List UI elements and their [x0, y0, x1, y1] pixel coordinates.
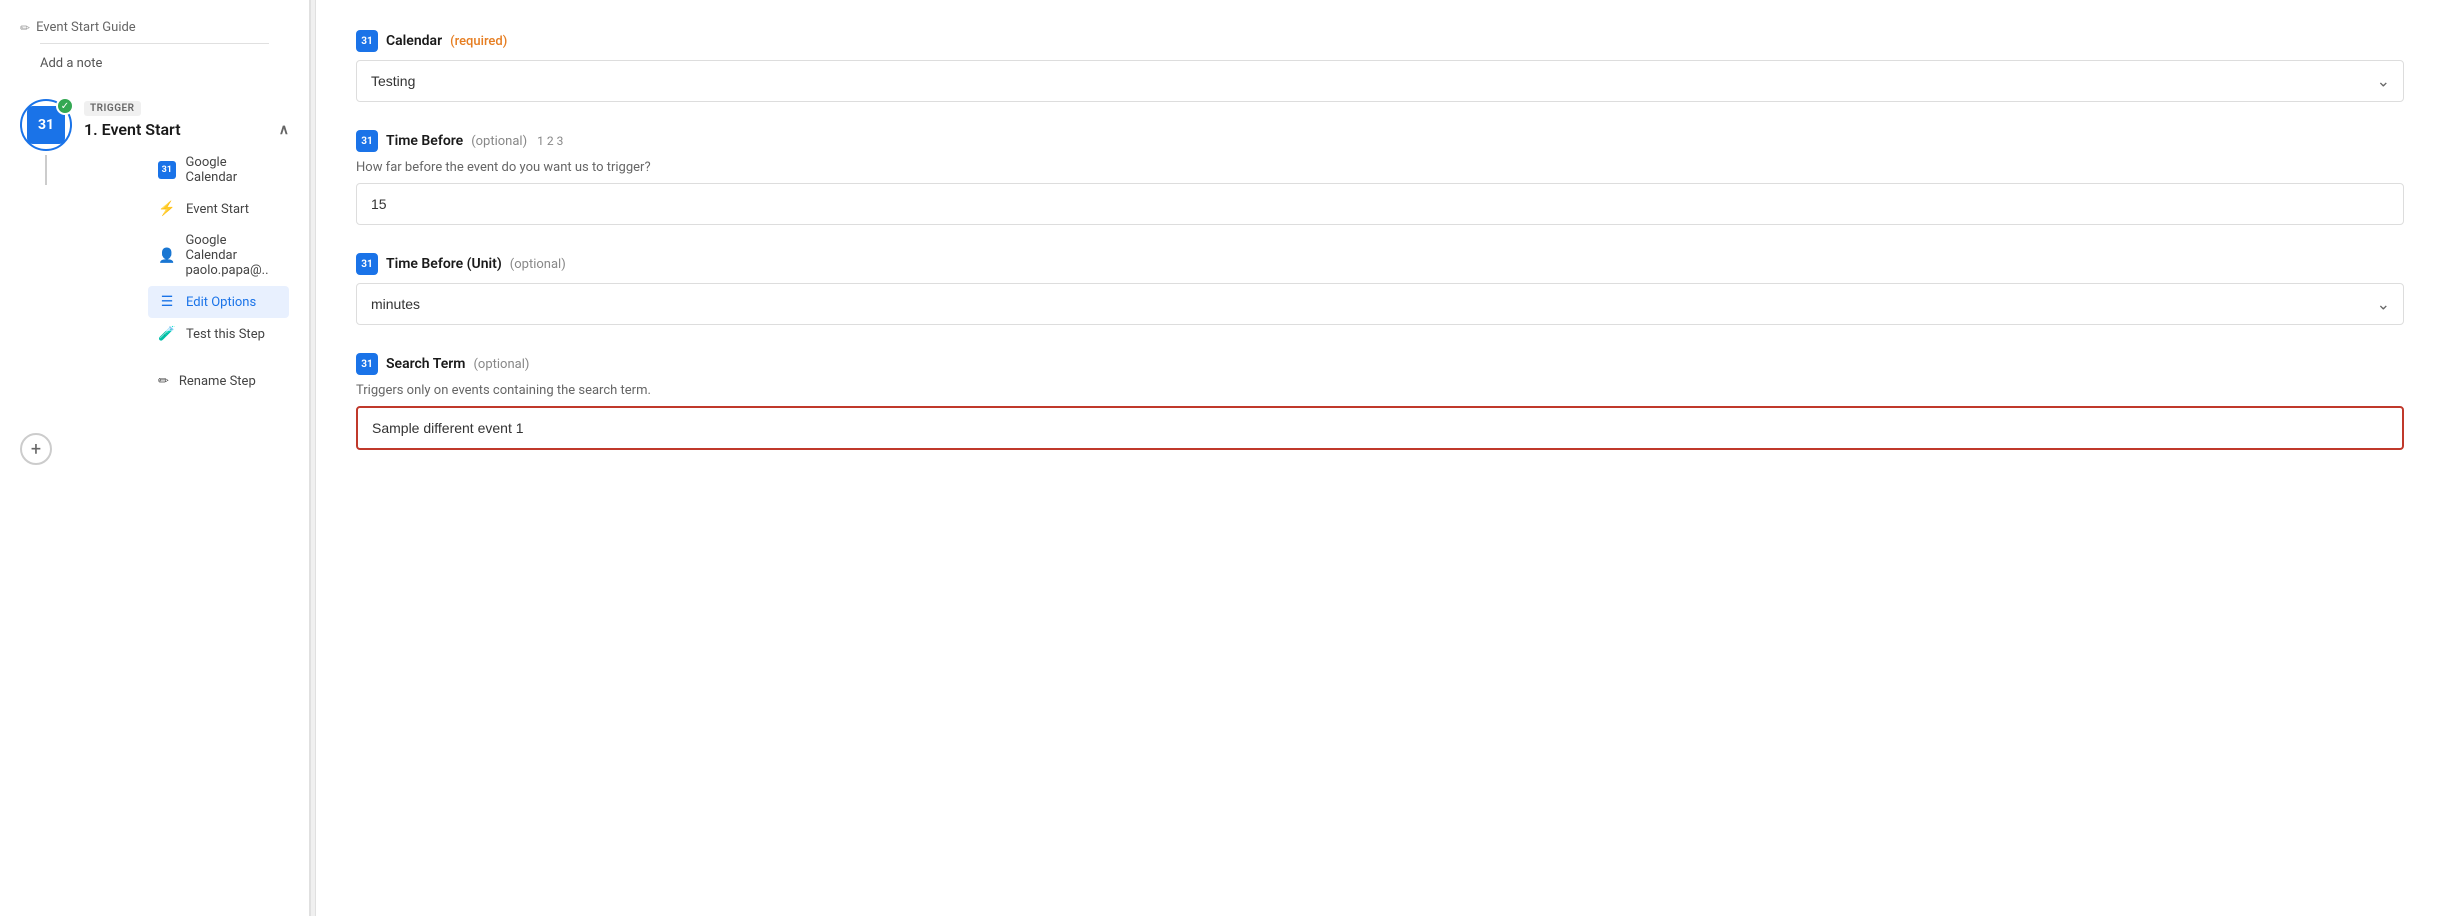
time-before-unit-select[interactable]: minutes hours days: [356, 283, 2404, 325]
rename-pencil-icon: ✏: [158, 374, 169, 389]
list-icon: ☰: [158, 294, 176, 310]
trigger-section: 31 ✓ TRIGGER 1. Event Start ∧: [0, 99, 309, 417]
search-term-optional-tag: (optional): [473, 357, 529, 372]
time-before-number-tags: 1 2 3: [537, 134, 563, 148]
sidebar-title-text: Event Start Guide: [36, 20, 136, 35]
field-group-search-term: 31 Search Term (optional) Triggers only …: [356, 353, 2404, 450]
sidebar-item-edit-options[interactable]: ☰ Edit Options: [148, 286, 289, 318]
time-before-label-text: Time Before: [386, 133, 463, 149]
search-term-description: Triggers only on events containing the s…: [356, 383, 2404, 398]
sidebar-item-label-edit-options: Edit Options: [186, 295, 256, 310]
trigger-badge: TRIGGER: [84, 101, 141, 116]
time-before-unit-optional-tag: (optional): [510, 257, 566, 272]
time-before-unit-label-text: Time Before (Unit): [386, 256, 502, 272]
field-group-time-before-unit: 31 Time Before (Unit) (optional) minutes…: [356, 253, 2404, 325]
sidebar-item-event-start[interactable]: ⚡ Event Start: [148, 193, 289, 225]
calendar-select-wrapper: Testing ⌄: [356, 60, 2404, 102]
check-badge: ✓: [56, 97, 74, 115]
step-info: TRIGGER 1. Event Start ∧ 31 Google Calen…: [84, 99, 289, 417]
sidebar-item-test-step[interactable]: 🧪 Test this Step: [148, 318, 289, 350]
time-before-optional-tag: (optional): [471, 134, 527, 149]
field-label-time-before-unit: 31 Time Before (Unit) (optional): [356, 253, 2404, 275]
sidebar-item-label-test-step: Test this Step: [186, 327, 265, 342]
field-group-calendar: 31 Calendar (required) Testing ⌄: [356, 30, 2404, 102]
rename-step-label: Rename Step: [179, 374, 256, 389]
trigger-row: 31 ✓ TRIGGER 1. Event Start ∧: [20, 99, 289, 417]
field-label-time-before: 31 Time Before (optional) 1 2 3: [356, 130, 2404, 152]
time-before-badge-icon: 31: [356, 130, 378, 152]
sidebar-header: ✏ Event Start Guide Add a note: [0, 20, 309, 99]
title-divider: [40, 43, 269, 44]
sidebar-item-label-account: Google Calendar paolo.papa@..: [185, 233, 279, 278]
sidebar-item-google-calendar[interactable]: 31 Google Calendar: [148, 147, 289, 193]
rename-step-item[interactable]: ✏ Rename Step: [148, 366, 289, 397]
add-step-area: +: [0, 417, 309, 481]
step-title-text: 1. Event Start: [84, 120, 279, 139]
calendar-select[interactable]: Testing: [356, 60, 2404, 102]
search-term-badge-icon: 31: [356, 353, 378, 375]
sidebar-item-label-event-start: Event Start: [186, 202, 249, 217]
step-sub-menu: 31 Google Calendar ⚡ Event Start 👤 Googl…: [148, 147, 289, 350]
google-calendar-icon: 31: [158, 161, 176, 179]
person-icon: 👤: [158, 248, 175, 264]
time-before-unit-badge-icon: 31: [356, 253, 378, 275]
add-note[interactable]: Add a note: [20, 56, 289, 71]
calendar-required-tag: (required): [450, 34, 507, 49]
add-step-button[interactable]: +: [20, 433, 52, 465]
vert-line: [45, 155, 47, 185]
step-icon-wrapper: 31 ✓: [20, 99, 72, 151]
field-label-calendar: 31 Calendar (required): [356, 30, 2404, 52]
rename-section: ✏ Rename Step: [148, 366, 289, 417]
sidebar-item-label-google-calendar: Google Calendar: [186, 155, 279, 185]
search-term-input[interactable]: [356, 406, 2404, 450]
time-before-input[interactable]: [356, 183, 2404, 225]
collapse-chevron-icon[interactable]: ∧: [279, 122, 289, 138]
time-before-unit-select-wrapper: minutes hours days ⌄: [356, 283, 2404, 325]
sidebar-item-account[interactable]: 👤 Google Calendar paolo.papa@..: [148, 225, 289, 286]
time-before-description: How far before the event do you want us …: [356, 160, 2404, 175]
main-content: 31 Calendar (required) Testing ⌄ 31 Time…: [316, 0, 2444, 916]
sidebar: ✏ Event Start Guide Add a note 31 ✓ TRIG…: [0, 0, 310, 916]
search-term-label-text: Search Term: [386, 356, 465, 372]
sidebar-title-row: ✏ Event Start Guide: [20, 20, 289, 35]
trigger-icon-col: 31 ✓: [20, 99, 72, 185]
calendar-badge-icon: 31: [356, 30, 378, 52]
calendar-label-text: Calendar: [386, 33, 442, 49]
pencil-icon: ✏: [20, 21, 30, 35]
step-title: 1. Event Start ∧: [84, 120, 289, 139]
field-label-search-term: 31 Search Term (optional): [356, 353, 2404, 375]
field-group-time-before: 31 Time Before (optional) 1 2 3 How far …: [356, 130, 2404, 225]
calendar-num: 31: [38, 117, 54, 133]
flask-icon: 🧪: [158, 326, 176, 342]
bolt-icon: ⚡: [158, 201, 176, 217]
